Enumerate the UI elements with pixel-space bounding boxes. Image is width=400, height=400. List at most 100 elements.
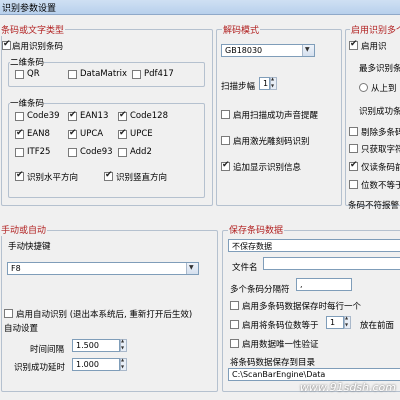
itf25-checkbox[interactable] bbox=[15, 148, 24, 157]
save-mode-select[interactable]: 不保存数据 bbox=[228, 239, 400, 252]
add2-checkbox[interactable] bbox=[118, 148, 127, 157]
ean8-label: EAN8 bbox=[27, 129, 50, 139]
interval-spinner[interactable] bbox=[120, 338, 127, 352]
title-bar: 识别参数设置 bbox=[0, 0, 400, 15]
multi-opt2-checkbox[interactable] bbox=[349, 144, 358, 153]
group-decode-title: 解码模式 bbox=[222, 23, 261, 36]
code128-label: Code128 bbox=[130, 111, 168, 121]
add2-label: Add2 bbox=[130, 147, 152, 157]
chevron-down-icon[interactable] bbox=[186, 263, 198, 274]
scan-step-spinner[interactable] bbox=[270, 76, 277, 90]
order-label: 从上到 bbox=[371, 84, 397, 94]
order-radio[interactable] bbox=[359, 83, 368, 92]
multi-max-label: 最多识别条 bbox=[359, 64, 400, 74]
window-title: 识别参数设置 bbox=[2, 4, 57, 14]
horizontal-checkbox[interactable] bbox=[15, 170, 24, 181]
itf25-label: ITF25 bbox=[27, 147, 51, 157]
scan-step-input[interactable]: 1 bbox=[259, 77, 270, 90]
digits-checkbox[interactable] bbox=[230, 320, 239, 329]
code128-checkbox[interactable] bbox=[118, 110, 127, 121]
digits-value: 1 bbox=[330, 318, 336, 327]
delay-spinner[interactable] bbox=[120, 357, 127, 371]
interval-input[interactable]: 1.500 bbox=[72, 339, 120, 352]
delay-value: 1.000 bbox=[76, 360, 99, 369]
ean13-checkbox[interactable] bbox=[68, 110, 77, 121]
multi-opt3-checkbox[interactable] bbox=[349, 160, 358, 171]
delay-input[interactable]: 1.000 bbox=[72, 358, 120, 371]
code39-checkbox[interactable] bbox=[15, 112, 24, 121]
datamatrix-checkbox[interactable] bbox=[68, 70, 77, 79]
separator-value: , bbox=[300, 280, 303, 289]
group-type-title: 条码或文字类型 bbox=[0, 23, 66, 36]
ean8-checkbox[interactable] bbox=[15, 128, 24, 139]
multi-enable-checkbox[interactable] bbox=[349, 39, 358, 50]
pdf417-label: Pdf417 bbox=[144, 69, 174, 79]
upce-label: UPCE bbox=[130, 129, 153, 139]
group-multi-title: 启用识别多个 bbox=[350, 23, 400, 36]
multi-opt1-checkbox[interactable] bbox=[349, 127, 358, 136]
delay-label: 识别成功延时 bbox=[14, 363, 66, 373]
append-info-label: 追加显示识别信息 bbox=[233, 163, 302, 173]
multi-opt3-label: 仅读条码前 bbox=[361, 163, 400, 173]
filename-label: 文件名 bbox=[232, 263, 258, 273]
horizontal-label: 识别水平方向 bbox=[27, 173, 79, 183]
qr-label: QR bbox=[27, 69, 40, 79]
digits-spinner[interactable] bbox=[344, 315, 351, 329]
unique-label: 启用数据唯一性验证 bbox=[242, 340, 319, 350]
multi-opt4-checkbox[interactable] bbox=[349, 180, 358, 189]
qr-checkbox[interactable] bbox=[15, 70, 24, 79]
multi-line-label: 启用多条码数据保存时每行一个 bbox=[242, 302, 362, 312]
laser-label: 启用激光雕刻码识别 bbox=[233, 137, 310, 147]
separator-input[interactable]: , bbox=[296, 278, 352, 291]
multi-enable-label: 启用识 bbox=[361, 42, 387, 52]
append-info-checkbox[interactable] bbox=[221, 160, 230, 171]
datamatrix-label: DataMatrix bbox=[80, 69, 128, 79]
decode-mode-value: GB18030 bbox=[225, 46, 263, 55]
enable-barcode-label: 启用识别条码 bbox=[12, 42, 64, 52]
scan-step-value: 1 bbox=[263, 79, 269, 88]
save-dir-value: C:\ScanBarEngine\Data bbox=[232, 370, 326, 379]
auto-enable-checkbox[interactable] bbox=[4, 309, 13, 318]
multi-warn-label: 条码不符报警 bbox=[348, 201, 400, 211]
interval-value: 1.500 bbox=[76, 341, 99, 350]
digits-input[interactable]: 1 bbox=[326, 316, 344, 329]
twod-title: 二维条码 bbox=[10, 56, 45, 68]
auto-settings-label: 自动设置 bbox=[4, 324, 39, 334]
save-mode-value: 不保存数据 bbox=[232, 242, 272, 251]
scan-step-label: 扫描步幅 bbox=[221, 82, 256, 92]
upce-checkbox[interactable] bbox=[118, 128, 127, 139]
digits-suffix-label: 放在前面 bbox=[360, 321, 395, 331]
decode-mode-select[interactable]: GB18030 bbox=[221, 44, 315, 57]
multi-opt4-label: 位数不等于 bbox=[361, 181, 400, 191]
unique-checkbox[interactable] bbox=[230, 339, 239, 348]
multi-line-checkbox[interactable] bbox=[230, 301, 239, 310]
pdf417-checkbox[interactable] bbox=[132, 70, 141, 79]
interval-label: 时间间隔 bbox=[30, 345, 65, 355]
laser-checkbox[interactable] bbox=[221, 136, 230, 145]
auto-enable-label: 启用自动识别 (退出本系统后, 重新打开后生效) bbox=[16, 310, 193, 320]
upca-checkbox[interactable] bbox=[68, 128, 77, 139]
multi-opt1-label: 剔除多条码 bbox=[361, 128, 400, 138]
multi-opt2-label: 只获取字符 bbox=[361, 145, 400, 155]
separator-label: 多个条码分隔符 bbox=[230, 285, 290, 295]
code93-checkbox[interactable] bbox=[68, 148, 77, 157]
group-save-title: 保存条码数据 bbox=[228, 223, 285, 236]
vertical-label: 识别竖直方向 bbox=[116, 173, 168, 183]
group-manual-title: 手动或自动 bbox=[0, 223, 48, 236]
oned-title: 一维条码 bbox=[10, 97, 45, 109]
ean13-label: EAN13 bbox=[80, 111, 109, 121]
beep-checkbox[interactable] bbox=[221, 110, 230, 119]
beep-label: 启用扫描成功声音提醒 bbox=[233, 111, 319, 121]
vertical-checkbox[interactable] bbox=[104, 170, 113, 181]
digits-label: 启用将条码位数等于 bbox=[242, 321, 319, 331]
code93-label: Code93 bbox=[80, 147, 113, 157]
hotkey-select[interactable]: F8 bbox=[7, 262, 199, 275]
watermark-text: www.91sdsh.com bbox=[299, 381, 396, 394]
save-dir-input[interactable]: C:\ScanBarEngine\Data bbox=[228, 368, 400, 381]
code39-label: Code39 bbox=[27, 111, 60, 121]
filename-input[interactable] bbox=[263, 257, 400, 270]
chevron-down-icon[interactable] bbox=[302, 45, 314, 56]
enable-barcode-checkbox[interactable] bbox=[2, 39, 11, 50]
hotkey-value: F8 bbox=[11, 264, 21, 273]
hotkey-label: 手动快捷键 bbox=[8, 242, 51, 252]
